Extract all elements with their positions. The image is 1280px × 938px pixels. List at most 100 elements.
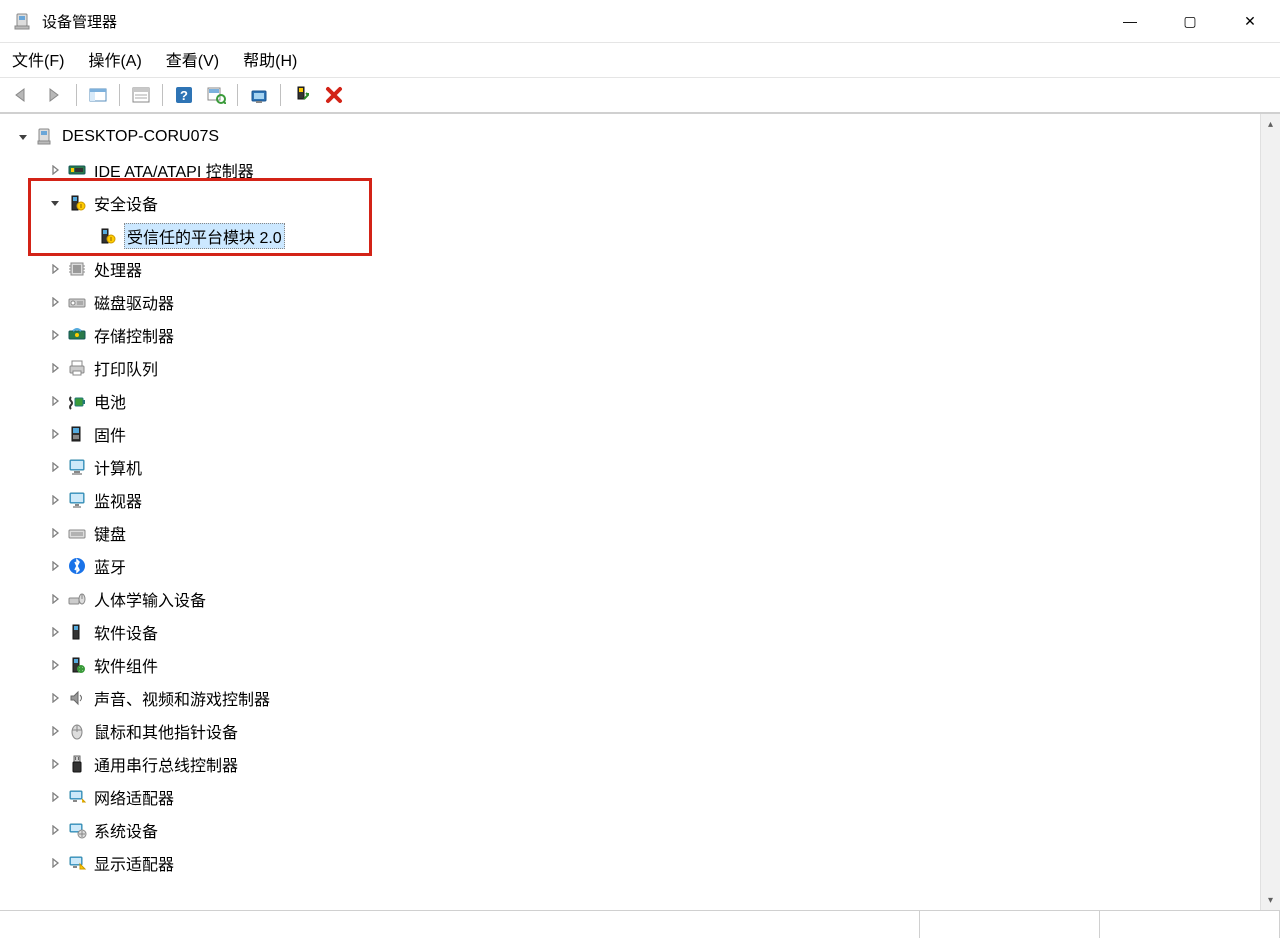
chevron-right-icon[interactable] xyxy=(46,557,64,575)
chevron-right-icon[interactable] xyxy=(46,425,64,443)
tree-node-usb[interactable]: 通用串行总线控制器 xyxy=(4,747,1260,780)
chevron-right-icon[interactable] xyxy=(46,392,64,410)
tree-node-stor[interactable]: 存储控制器 xyxy=(4,318,1260,351)
chevron-right-icon[interactable] xyxy=(46,689,64,707)
chevron-right-icon[interactable] xyxy=(46,656,64,674)
window-title: 设备管理器 xyxy=(42,11,1100,32)
chevron-right-icon[interactable] xyxy=(46,524,64,542)
nav-back-button[interactable] xyxy=(8,81,38,109)
tree-node-label: 监视器 xyxy=(94,488,142,512)
tree-node-label: 电池 xyxy=(94,389,126,413)
chevron-down-icon[interactable] xyxy=(14,128,32,146)
tree-node-kb[interactable]: 键盘 xyxy=(4,516,1260,549)
tree-node-sec[interactable]: 安全设备 xyxy=(4,186,1260,219)
scroll-up-icon[interactable]: ▴ xyxy=(1261,114,1280,134)
tree-node-tpm[interactable]: 受信任的平台模块 2.0 xyxy=(4,219,1260,252)
tree-node-label: 鼠标和其他指针设备 xyxy=(94,719,238,743)
tree-node-label: 人体学输入设备 xyxy=(94,587,206,611)
menu-file[interactable]: 文件(F) xyxy=(12,47,64,71)
tree-node-label: IDE ATA/ATAPI 控制器 xyxy=(94,158,254,182)
tree-node-comp[interactable]: 计算机 xyxy=(4,450,1260,483)
uninstall-device-button[interactable] xyxy=(319,81,349,109)
toolbar-separator xyxy=(237,84,238,106)
tree-node-disp[interactable]: 显示适配器 xyxy=(4,846,1260,879)
toolbar-separator xyxy=(280,84,281,106)
toolbar-separator xyxy=(119,84,120,106)
mon-icon xyxy=(66,489,88,511)
tree-node-fw[interactable]: 固件 xyxy=(4,417,1260,450)
chevron-right-icon[interactable] xyxy=(46,821,64,839)
toolbar-separator xyxy=(76,84,77,106)
chevron-right-icon[interactable] xyxy=(46,722,64,740)
toolbar: ? xyxy=(0,77,1280,113)
minimize-button[interactable]: — xyxy=(1100,0,1160,42)
chevron-right-icon[interactable] xyxy=(46,491,64,509)
tree-node-label: 显示适配器 xyxy=(94,851,174,875)
tree-node-mouse[interactable]: 鼠标和其他指针设备 xyxy=(4,714,1260,747)
kb-icon xyxy=(66,522,88,544)
chevron-right-icon[interactable] xyxy=(46,623,64,641)
sec-icon xyxy=(66,192,88,214)
tree-node-label: 软件组件 xyxy=(94,653,158,677)
ide-icon xyxy=(66,159,88,181)
batt-icon xyxy=(66,390,88,412)
tree-node-label: 打印队列 xyxy=(94,356,158,380)
menu-view[interactable]: 查看(V) xyxy=(166,47,219,71)
scan-hardware-button[interactable] xyxy=(201,81,231,109)
tree-node-label: 处理器 xyxy=(94,257,142,281)
status-pane xyxy=(0,911,920,938)
chevron-right-icon[interactable] xyxy=(46,293,64,311)
tree-node-swcmp[interactable]: 软件组件 xyxy=(4,648,1260,681)
chevron-right-icon[interactable] xyxy=(46,260,64,278)
tree-node-net[interactable]: 网络适配器 xyxy=(4,780,1260,813)
update-driver-button[interactable] xyxy=(244,81,274,109)
scroll-down-icon[interactable]: ▾ xyxy=(1261,890,1280,910)
menu-help[interactable]: 帮助(H) xyxy=(243,47,297,71)
help-button[interactable]: ? xyxy=(169,81,199,109)
statusbar xyxy=(0,910,1280,938)
audio-icon xyxy=(66,687,88,709)
chevron-right-icon[interactable] xyxy=(46,326,64,344)
menu-action[interactable]: 操作(A) xyxy=(88,47,141,71)
chevron-right-icon[interactable] xyxy=(46,458,64,476)
tree-node-cpu[interactable]: 处理器 xyxy=(4,252,1260,285)
tree-node-ide[interactable]: IDE ATA/ATAPI 控制器 xyxy=(4,153,1260,186)
tree-node-audio[interactable]: 声音、视频和游戏控制器 xyxy=(4,681,1260,714)
vertical-scrollbar[interactable]: ▴ ▾ xyxy=(1260,114,1280,910)
tree-node-batt[interactable]: 电池 xyxy=(4,384,1260,417)
maximize-button[interactable]: ▢ xyxy=(1160,0,1220,42)
tree-node-label: 通用串行总线控制器 xyxy=(94,752,238,776)
chevron-right-icon[interactable] xyxy=(46,854,64,872)
tree-node-disk[interactable]: 磁盘驱动器 xyxy=(4,285,1260,318)
disk-icon xyxy=(66,291,88,313)
stor-icon xyxy=(66,324,88,346)
chevron-down-icon[interactable] xyxy=(46,194,64,212)
chevron-right-icon[interactable] xyxy=(46,788,64,806)
usb-icon xyxy=(66,753,88,775)
toolbar-separator xyxy=(162,84,163,106)
enable-device-button[interactable] xyxy=(287,81,317,109)
content-area: DESKTOP-CORU07S IDE ATA/ATAPI 控制器安全设备受信任的… xyxy=(0,113,1280,910)
properties-button[interactable] xyxy=(126,81,156,109)
tree-node-swdev[interactable]: 软件设备 xyxy=(4,615,1260,648)
tree-node-label: 计算机 xyxy=(94,455,142,479)
tree-node-mon[interactable]: 监视器 xyxy=(4,483,1260,516)
tree-node-sys[interactable]: 系统设备 xyxy=(4,813,1260,846)
chevron-right-icon[interactable] xyxy=(46,161,64,179)
tree-node-printq[interactable]: 打印队列 xyxy=(4,351,1260,384)
swcmp-icon xyxy=(66,654,88,676)
show-hide-console-tree-button[interactable] xyxy=(83,81,113,109)
device-tree[interactable]: DESKTOP-CORU07S IDE ATA/ATAPI 控制器安全设备受信任的… xyxy=(0,114,1260,910)
close-button[interactable]: ✕ xyxy=(1220,0,1280,42)
tree-node-label: 固件 xyxy=(94,422,126,446)
chevron-right-icon[interactable] xyxy=(46,590,64,608)
net-icon xyxy=(66,786,88,808)
nav-forward-button[interactable] xyxy=(40,81,70,109)
tree-node-hid[interactable]: 人体学输入设备 xyxy=(4,582,1260,615)
chevron-right-icon[interactable] xyxy=(46,755,64,773)
tree-node-label: 存储控制器 xyxy=(94,323,174,347)
menubar: 文件(F) 操作(A) 查看(V) 帮助(H) xyxy=(0,42,1280,77)
chevron-right-icon[interactable] xyxy=(46,359,64,377)
tree-node-bt[interactable]: 蓝牙 xyxy=(4,549,1260,582)
tree-node-root[interactable]: DESKTOP-CORU07S xyxy=(4,120,1260,153)
